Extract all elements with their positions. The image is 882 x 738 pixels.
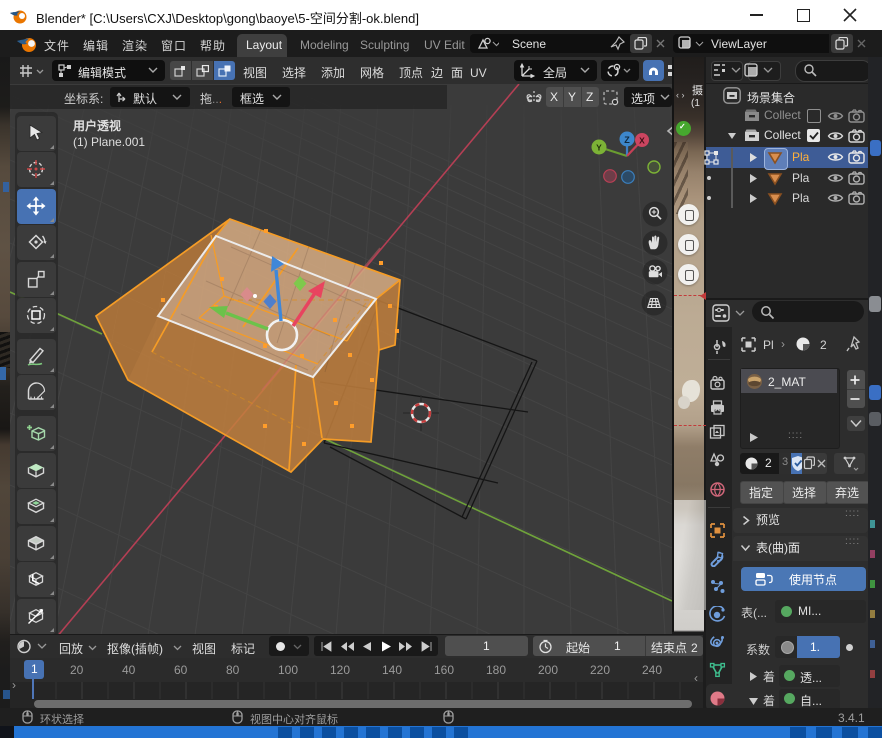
svg-text:X: X — [639, 136, 645, 146]
svg-text:Z: Z — [624, 135, 630, 145]
svg-text:Y: Y — [596, 143, 602, 153]
